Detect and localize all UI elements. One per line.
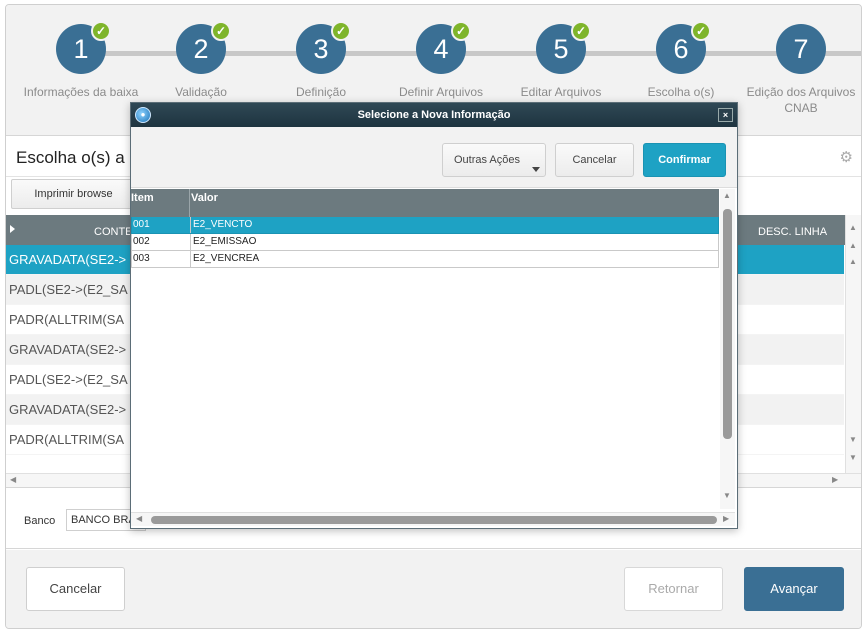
check-icon: ✓ bbox=[211, 21, 231, 41]
dialog-grid-column-header[interactable]: Item bbox=[131, 192, 154, 204]
column-divider[interactable] bbox=[189, 189, 190, 217]
valor-cell: E2_EMISSAO bbox=[193, 236, 257, 247]
scroll-up-icon[interactable]: ▲ bbox=[849, 241, 857, 250]
dialog-grid: Item Valor 001 E2_VENCTO 002 E2_EMISSAO 003 E… bbox=[131, 187, 737, 527]
grid-column-header[interactable]: DESC. LINHA bbox=[758, 226, 827, 238]
grid-vertical-scrollbar[interactable]: ▲ ▲ ▲ ▼ ▼ bbox=[845, 215, 861, 473]
print-browse-button[interactable]: Imprimir browse bbox=[11, 179, 136, 209]
app-icon: ● bbox=[135, 107, 151, 123]
step-label: Definir Arquivos bbox=[398, 85, 484, 99]
chevron-down-icon bbox=[532, 167, 540, 172]
row-indicator-icon bbox=[10, 225, 15, 233]
item-cell: 003 bbox=[132, 251, 191, 267]
table-row[interactable]: 002 E2_EMISSAO bbox=[131, 234, 719, 251]
step-label: Informações da baixa bbox=[23, 85, 139, 99]
step-label: Edição dos Arquivos CNAB bbox=[746, 85, 856, 115]
step-label: Editar Arquivos bbox=[520, 85, 602, 99]
more-actions-button[interactable]: Outras Ações bbox=[442, 143, 546, 177]
scroll-up-icon[interactable]: ▲ bbox=[849, 257, 857, 266]
check-icon: ✓ bbox=[331, 21, 351, 41]
wizard-step[interactable]: 7 Edição dos Arquivos CNAB bbox=[736, 24, 856, 134]
confirm-button[interactable]: Confirmar bbox=[643, 143, 726, 177]
gear-icon[interactable]: ⚙ bbox=[840, 148, 853, 166]
app-frame: 1 ✓ Informações da baixa 2 ✓ Validação 3 ✓ Defin… bbox=[0, 0, 865, 632]
check-icon: ✓ bbox=[451, 21, 471, 41]
footer: Cancelar Retornar Avançar bbox=[6, 550, 861, 628]
scroll-left-icon[interactable]: ◀ bbox=[136, 514, 142, 523]
next-button[interactable]: Avançar bbox=[744, 567, 844, 611]
scroll-up-icon[interactable]: ▲ bbox=[849, 223, 857, 232]
select-info-dialog: ● Selecione a Nova Informação × Outras A… bbox=[130, 102, 738, 529]
item-cell: 002 bbox=[132, 234, 191, 250]
dialog-grid-header: Item Valor bbox=[131, 189, 719, 217]
dialog-grid-body: 001 E2_VENCTO 002 E2_EMISSAO 003 E2_VENCREA bbox=[131, 217, 719, 268]
scrollbar-thumb[interactable] bbox=[151, 516, 717, 524]
dialog-horizontal-scrollbar[interactable]: ◀ ▶ bbox=[131, 512, 735, 526]
dialog-toolbar: Outras Ações Cancelar Confirmar bbox=[131, 127, 737, 187]
scroll-up-icon[interactable]: ▲ bbox=[723, 191, 731, 200]
page-title: Escolha o(s) a bbox=[16, 148, 125, 167]
scrollbar-thumb[interactable] bbox=[723, 209, 732, 439]
step-number: 7 bbox=[776, 24, 826, 74]
step-label: Validação bbox=[175, 85, 227, 99]
dialog-title-bar[interactable]: ● Selecione a Nova Informação × bbox=[131, 103, 737, 127]
banco-label: Banco bbox=[24, 515, 56, 527]
check-icon: ✓ bbox=[691, 21, 711, 41]
item-cell: 001 bbox=[132, 217, 191, 233]
step-label: Escolha o(s) bbox=[647, 85, 715, 99]
scroll-down-icon[interactable]: ▼ bbox=[849, 453, 857, 462]
table-row[interactable]: 001 E2_VENCTO bbox=[131, 217, 719, 234]
wizard-step[interactable]: 1 ✓ Informações da baixa bbox=[16, 21, 138, 134]
valor-cell: E2_VENCTO bbox=[193, 219, 253, 230]
valor-cell: E2_VENCREA bbox=[193, 253, 260, 264]
dialog-vertical-scrollbar[interactable]: ▲ ▼ bbox=[720, 189, 735, 509]
check-icon: ✓ bbox=[91, 21, 111, 41]
back-button[interactable]: Retornar bbox=[624, 567, 723, 611]
dialog-cancel-button[interactable]: Cancelar bbox=[555, 143, 634, 177]
dialog-grid-column-header[interactable]: Valor bbox=[191, 192, 218, 204]
scroll-right-icon[interactable]: ▶ bbox=[723, 514, 729, 523]
check-icon: ✓ bbox=[571, 21, 591, 41]
more-actions-label: Outras Ações bbox=[453, 154, 521, 166]
scroll-down-icon[interactable]: ▼ bbox=[723, 491, 731, 500]
cancel-button[interactable]: Cancelar bbox=[26, 567, 125, 611]
dialog-title: Selecione a Nova Informação bbox=[357, 109, 511, 121]
close-icon[interactable]: × bbox=[718, 108, 733, 122]
scroll-left-icon[interactable]: ◀ bbox=[10, 475, 16, 484]
scroll-down-icon[interactable]: ▼ bbox=[849, 435, 857, 444]
scroll-right-icon[interactable]: ▶ bbox=[832, 475, 838, 484]
step-label: Definição bbox=[295, 85, 347, 99]
table-row[interactable]: 003 E2_VENCREA bbox=[131, 251, 719, 268]
